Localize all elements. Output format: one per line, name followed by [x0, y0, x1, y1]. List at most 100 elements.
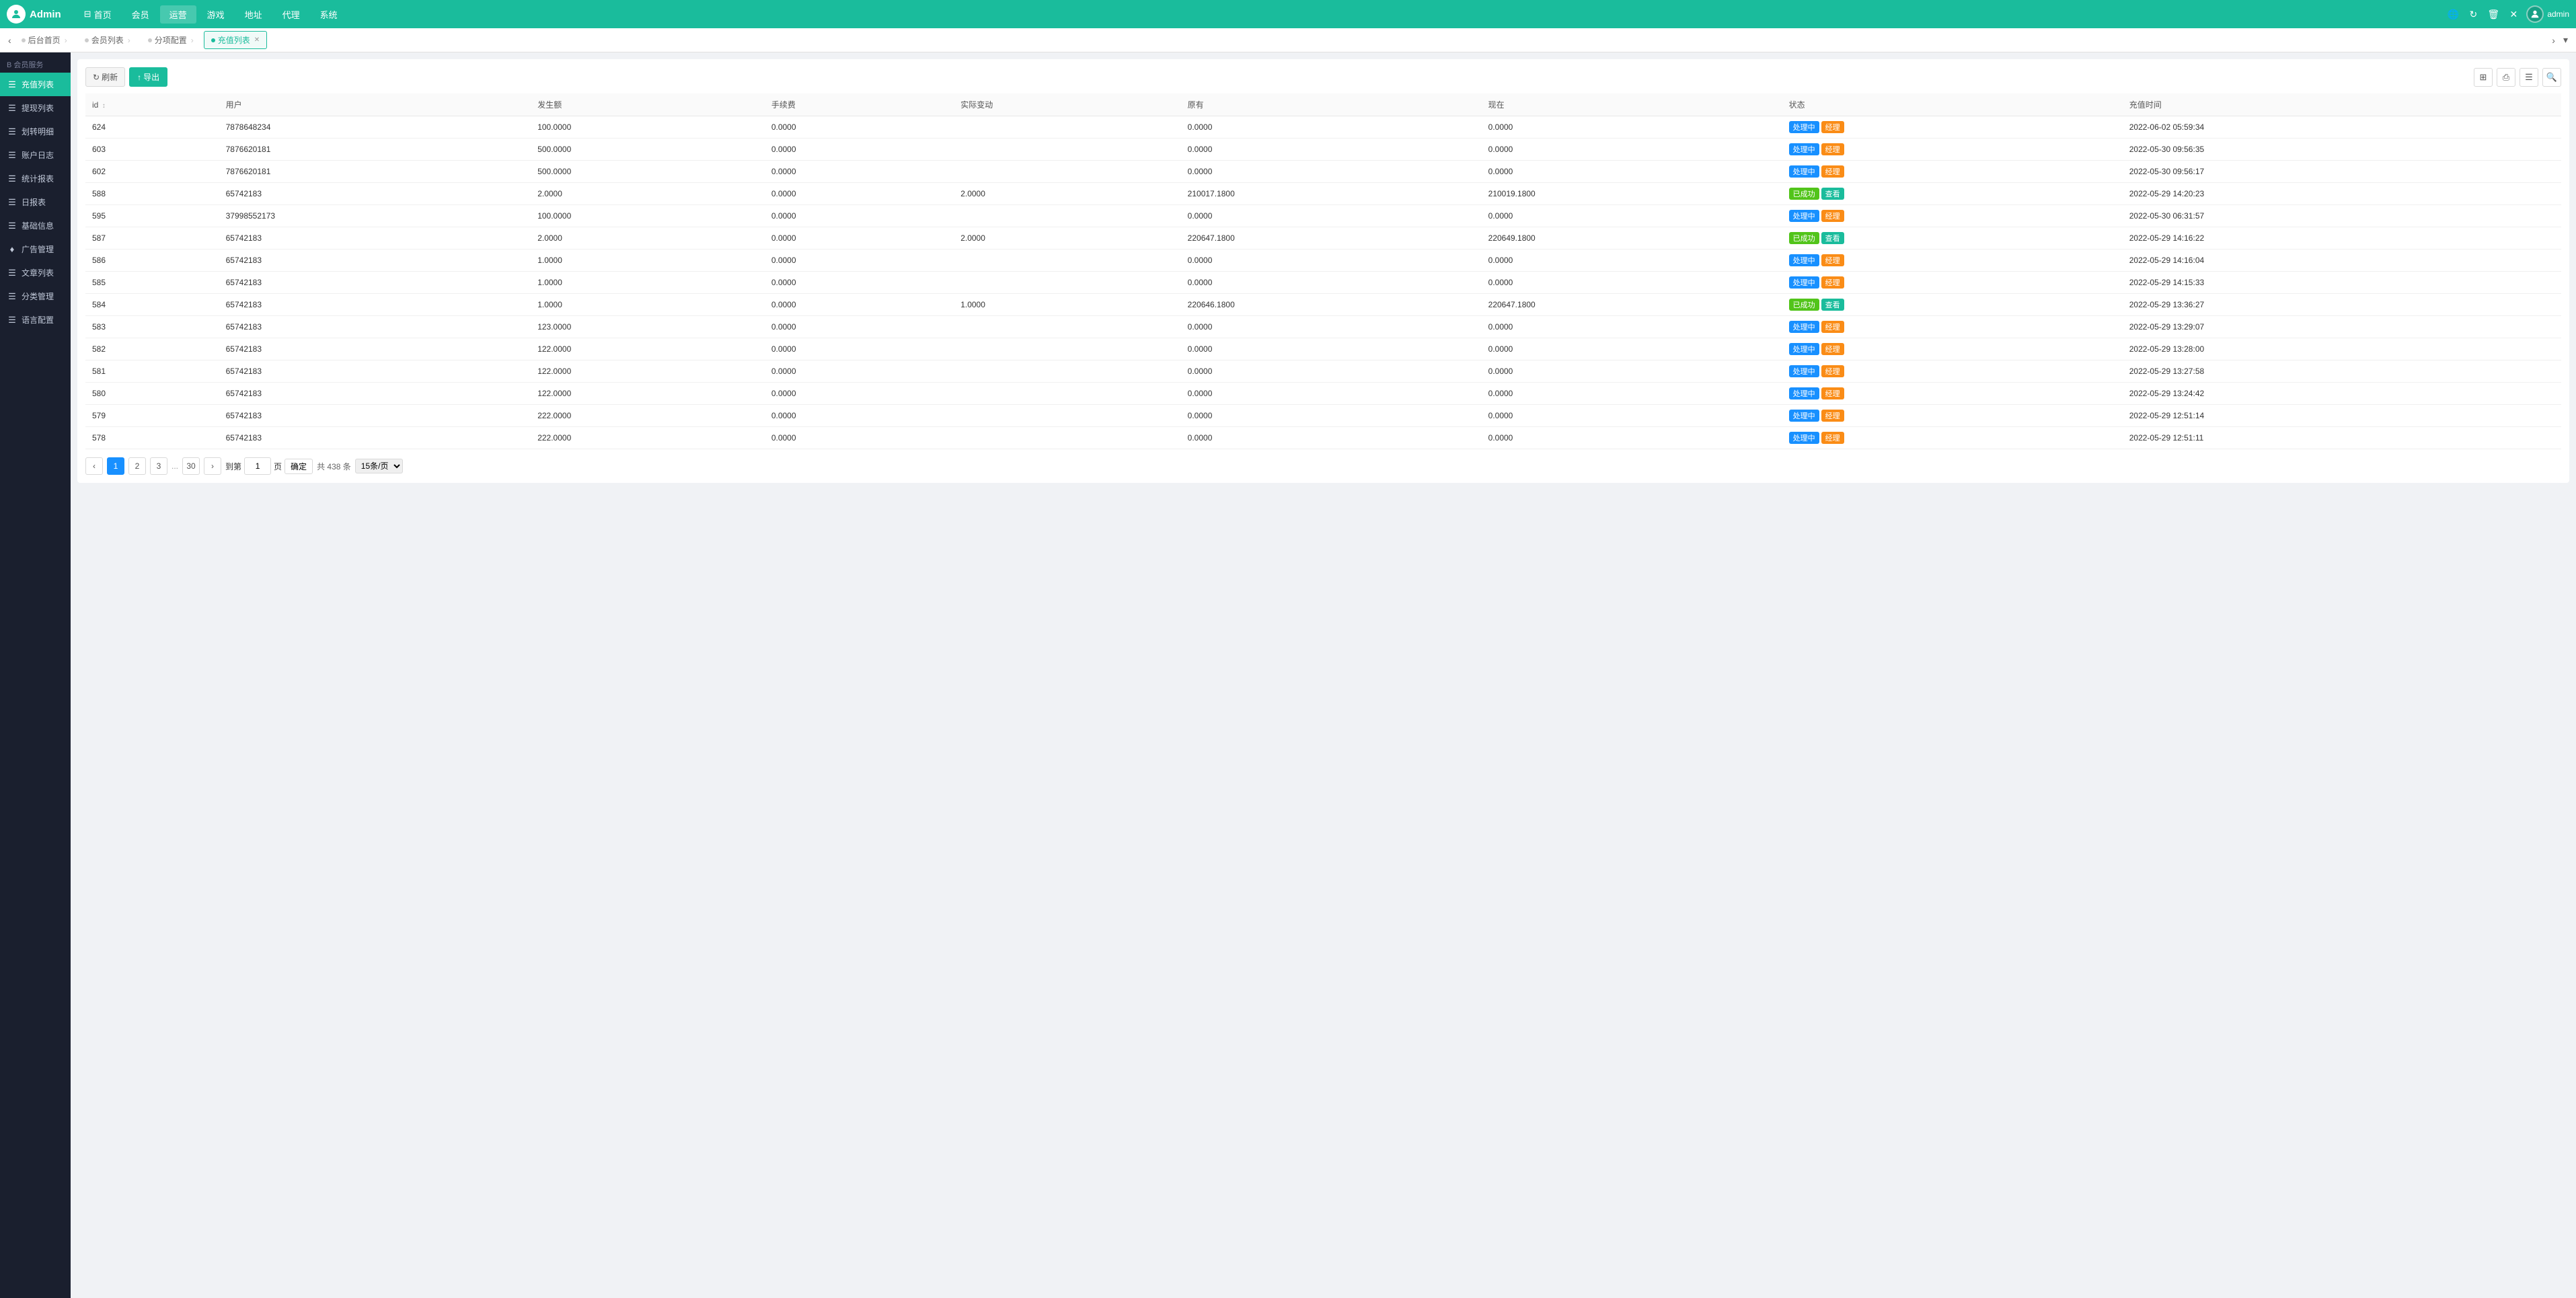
refresh-button[interactable]: ↻ 刷新 — [85, 67, 125, 87]
cell-status: 已成功 查看 — [1782, 294, 2123, 316]
cell-fee: 0.0000 — [765, 360, 954, 383]
action-badge[interactable]: 经理 — [1821, 143, 1844, 155]
status-badge[interactable]: 处理中 — [1789, 387, 1819, 399]
table-row: 580 65742183 122.0000 0.0000 0.0000 0.00… — [85, 383, 2561, 405]
cell-actual — [954, 360, 1180, 383]
cell-current: 0.0000 — [1482, 250, 1782, 272]
nav-games[interactable]: 游戏 — [198, 5, 234, 24]
action-badge[interactable]: 经理 — [1821, 210, 1844, 222]
sidebar-item-articles[interactable]: ☰ 文章列表 — [0, 261, 71, 284]
status-badge[interactable]: 处理中 — [1789, 276, 1819, 289]
action-badge[interactable]: 经理 — [1821, 387, 1844, 399]
pagination: ‹ 1 2 3 ... 30 › 到第 页 确定 共 438 条 15条/页 3… — [85, 457, 2561, 475]
status-badge[interactable]: 处理中 — [1789, 321, 1819, 333]
sidebar-item-lang[interactable]: ☰ 语言配置 — [0, 308, 71, 332]
page-prev-btn[interactable]: ‹ — [85, 457, 103, 475]
status-badge[interactable]: 已成功 — [1789, 299, 1819, 311]
cell-actual: 2.0000 — [954, 227, 1180, 250]
close-nav-icon[interactable]: ✕ — [2506, 7, 2521, 22]
nav-address[interactable]: 地址 — [235, 5, 272, 24]
action-badge[interactable]: 经理 — [1821, 410, 1844, 422]
tab-recharge[interactable]: 充值列表 ✕ — [204, 31, 267, 49]
cell-time: 2022-05-29 14:16:22 — [2123, 227, 2561, 250]
action-badge[interactable]: 经理 — [1821, 165, 1844, 178]
refresh-nav-icon[interactable]: ↻ — [2466, 7, 2480, 22]
action-badge[interactable]: 经理 — [1821, 432, 1844, 444]
status-badge[interactable]: 处理中 — [1789, 121, 1819, 133]
status-badge[interactable]: 处理中 — [1789, 432, 1819, 444]
action-badge[interactable]: 查看 — [1821, 188, 1844, 200]
status-badge[interactable]: 处理中 — [1789, 165, 1819, 178]
page-30-btn[interactable]: 30 — [182, 457, 200, 475]
page-confirm-btn[interactable]: 确定 — [285, 459, 313, 474]
categories-icon: ☰ — [7, 291, 17, 302]
tab-dropdown-btn[interactable]: ▾ — [2561, 33, 2571, 47]
tab-home[interactable]: 后台首页 › — [14, 31, 76, 49]
cell-current: 0.0000 — [1482, 161, 1782, 183]
nav-home[interactable]: ⊟ 首页 — [75, 5, 121, 24]
sidebar-item-basic[interactable]: ☰ 基础信息 — [0, 214, 71, 237]
table-row: 584 65742183 1.0000 0.0000 1.0000 220646… — [85, 294, 2561, 316]
action-badge[interactable]: 查看 — [1821, 232, 1844, 244]
action-badge[interactable]: 经理 — [1821, 321, 1844, 333]
tab-prev-btn[interactable]: ‹ — [5, 34, 14, 47]
sidebar-item-account-log[interactable]: ☰ 账户日志 — [0, 143, 71, 167]
tab-members[interactable]: 会员列表 › — [77, 31, 139, 49]
status-badge[interactable]: 处理中 — [1789, 410, 1819, 422]
page-size-select[interactable]: 15条/页 30条/页 50条/页 — [355, 459, 403, 473]
sidebar-item-daily[interactable]: ☰ 日报表 — [0, 190, 71, 214]
logo-text: Admin — [30, 9, 61, 20]
col-user: 用户 — [219, 93, 531, 116]
cell-time: 2022-05-29 14:20:23 — [2123, 183, 2561, 205]
globe-icon[interactable]: 🌐 — [2446, 7, 2460, 22]
tab-close-btn[interactable]: ✕ — [254, 36, 260, 44]
page-1-btn[interactable]: 1 — [107, 457, 124, 475]
cell-amount: 122.0000 — [531, 383, 765, 405]
delete-icon[interactable]: 🗑 — [2486, 7, 2501, 22]
action-badge[interactable]: 经理 — [1821, 343, 1844, 355]
tab-config[interactable]: 分项配置 › — [141, 31, 202, 49]
filter-btn[interactable]: ☰ — [2520, 68, 2538, 87]
action-badge[interactable]: 经理 — [1821, 121, 1844, 133]
page-next-btn[interactable]: › — [204, 457, 221, 475]
action-badge[interactable]: 经理 — [1821, 254, 1844, 266]
sidebar-item-ads[interactable]: ♦ 广告管理 — [0, 237, 71, 261]
action-badge[interactable]: 经理 — [1821, 276, 1844, 289]
sidebar-item-categories[interactable]: ☰ 分类管理 — [0, 284, 71, 308]
status-badge[interactable]: 处理中 — [1789, 365, 1819, 377]
sidebar-item-recharge[interactable]: ☰ 充值列表 — [0, 73, 71, 96]
status-badge[interactable]: 已成功 — [1789, 188, 1819, 200]
sort-icon[interactable]: ↕ — [102, 102, 106, 110]
grid-view-btn[interactable]: ⊞ — [2474, 68, 2493, 87]
tab-next-btn[interactable]: › — [2549, 34, 2558, 47]
page-input[interactable] — [244, 457, 271, 475]
cell-current: 0.0000 — [1482, 272, 1782, 294]
nav-operations[interactable]: 运营 — [160, 5, 196, 24]
nav-members[interactable]: 会员 — [122, 5, 159, 24]
nav-system[interactable]: 系统 — [311, 5, 347, 24]
sidebar-item-withdraw[interactable]: ☰ 提现列表 — [0, 96, 71, 120]
cell-amount: 123.0000 — [531, 316, 765, 338]
cell-time: 2022-05-29 12:51:11 — [2123, 427, 2561, 449]
status-badge[interactable]: 处理中 — [1789, 254, 1819, 266]
user-info[interactable]: admin — [2526, 5, 2569, 23]
status-badge[interactable]: 已成功 — [1789, 232, 1819, 244]
export-button[interactable]: ↑ 导出 — [129, 67, 167, 87]
page-3-btn[interactable]: 3 — [150, 457, 167, 475]
cell-status: 处理中 经理 — [1782, 250, 2123, 272]
logo: Admin — [7, 5, 61, 24]
print-btn[interactable]: ⎙ — [2497, 68, 2515, 87]
cell-original: 0.0000 — [1181, 272, 1482, 294]
status-badge[interactable]: 处理中 — [1789, 143, 1819, 155]
nav-agent[interactable]: 代理 — [273, 5, 309, 24]
cell-time: 2022-05-29 14:16:04 — [2123, 250, 2561, 272]
status-badge[interactable]: 处理中 — [1789, 210, 1819, 222]
action-badge[interactable]: 查看 — [1821, 299, 1844, 311]
search-btn[interactable]: 🔍 — [2542, 68, 2561, 87]
cell-fee: 0.0000 — [765, 116, 954, 139]
action-badge[interactable]: 经理 — [1821, 365, 1844, 377]
status-badge[interactable]: 处理中 — [1789, 343, 1819, 355]
sidebar-item-stats[interactable]: ☰ 统计报表 — [0, 167, 71, 190]
sidebar-item-transfer[interactable]: ☰ 划转明细 — [0, 120, 71, 143]
page-2-btn[interactable]: 2 — [128, 457, 146, 475]
